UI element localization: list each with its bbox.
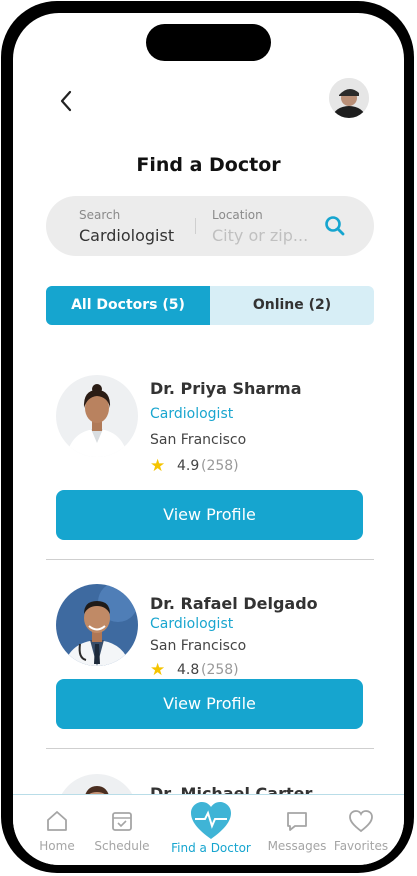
search-icon bbox=[325, 216, 345, 236]
doctor-name: Dr. Rafael Delgado bbox=[150, 594, 318, 613]
doctor-specialty: Cardiologist bbox=[150, 616, 234, 632]
message-icon bbox=[265, 809, 329, 837]
doctor-name: Dr. Priya Sharma bbox=[150, 379, 302, 398]
review-count: (258) bbox=[201, 458, 239, 474]
location-input[interactable]: City or zip... bbox=[212, 226, 308, 245]
doctor-photo bbox=[56, 584, 138, 666]
star-icon: ★ bbox=[150, 660, 166, 680]
search-input[interactable]: Cardiologist bbox=[79, 226, 174, 245]
search-bar: Search Cardiologist Location City or zip… bbox=[46, 196, 374, 256]
location-label: Location bbox=[212, 208, 263, 222]
nav-messages[interactable]: Messages bbox=[265, 795, 329, 853]
view-profile-button[interactable]: View Profile bbox=[56, 679, 363, 729]
filter-tabs: All Doctors (5) Online (2) bbox=[46, 286, 374, 325]
home-icon bbox=[35, 809, 79, 837]
heart-icon bbox=[333, 809, 389, 837]
calendar-icon bbox=[91, 809, 153, 837]
back-button[interactable] bbox=[59, 89, 73, 118]
doctor-photo bbox=[56, 375, 138, 457]
doctor-specialty: Cardiologist bbox=[150, 406, 234, 422]
search-button[interactable] bbox=[322, 213, 348, 239]
tab-all-doctors[interactable]: All Doctors (5) bbox=[46, 286, 210, 325]
review-count: (258) bbox=[201, 662, 239, 678]
divider bbox=[46, 559, 374, 560]
screen: Find a Doctor Search Cardiologist Locati… bbox=[13, 13, 404, 865]
chevron-left-icon bbox=[60, 90, 72, 112]
search-label: Search bbox=[79, 208, 121, 222]
nav-label: Home bbox=[39, 839, 75, 853]
nav-home[interactable]: Home bbox=[35, 795, 79, 853]
bottom-nav: Home Schedule Find a Doctor Messages Fav… bbox=[13, 794, 404, 865]
tab-online[interactable]: Online (2) bbox=[210, 286, 374, 325]
nav-label: Messages bbox=[267, 839, 327, 853]
star-icon: ★ bbox=[150, 456, 166, 476]
nav-schedule[interactable]: Schedule bbox=[91, 795, 153, 853]
user-avatar[interactable] bbox=[329, 78, 369, 118]
nav-label: Favorites bbox=[333, 839, 389, 853]
heart-pulse-icon bbox=[161, 801, 261, 841]
nav-favorites[interactable]: Favorites bbox=[333, 795, 389, 853]
divider bbox=[46, 748, 374, 749]
dynamic-island bbox=[146, 24, 271, 61]
nav-label: Find a Doctor bbox=[171, 841, 251, 855]
doctor-rating: 4.8 bbox=[177, 662, 200, 678]
view-profile-button[interactable]: View Profile bbox=[56, 490, 363, 540]
doctor-location: San Francisco bbox=[150, 638, 247, 654]
search-separator bbox=[195, 218, 196, 234]
nav-find-doctor[interactable]: Find a Doctor bbox=[161, 795, 261, 855]
phone-frame: Find a Doctor Search Cardiologist Locati… bbox=[1, 1, 414, 873]
page-title: Find a Doctor bbox=[136, 154, 281, 176]
doctor-rating: 4.9 bbox=[177, 458, 200, 474]
doctor-location: San Francisco bbox=[150, 432, 247, 448]
nav-label: Schedule bbox=[94, 839, 150, 853]
avatar-image bbox=[329, 78, 369, 118]
